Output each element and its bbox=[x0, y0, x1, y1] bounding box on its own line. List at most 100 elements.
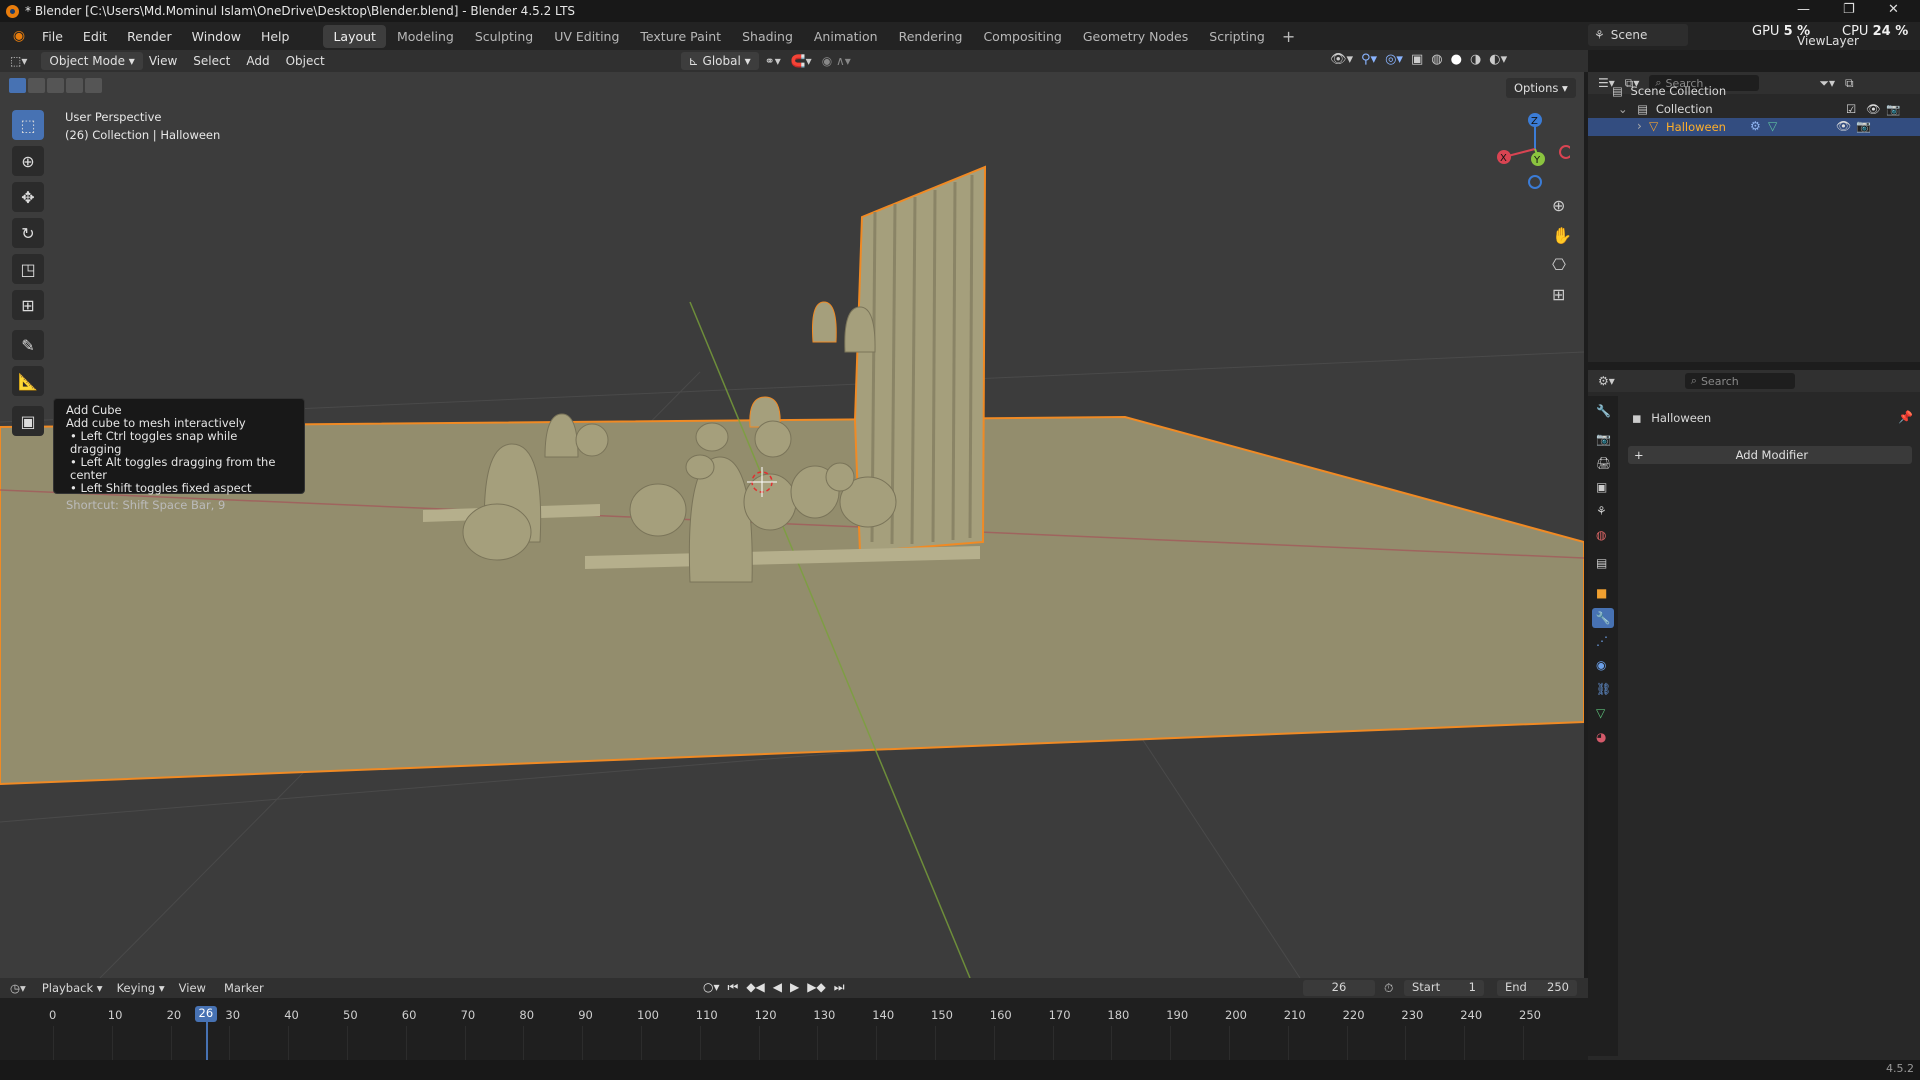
measure-icon[interactable]: 📐 bbox=[12, 366, 44, 396]
checkbox-icon[interactable]: ☑ bbox=[1846, 102, 1856, 116]
playhead[interactable]: 26 bbox=[194, 1006, 217, 1022]
snap-icon[interactable]: 🧲▾ bbox=[791, 54, 812, 68]
select-invert-icon[interactable] bbox=[66, 78, 83, 93]
object-row-halloween[interactable]: › ▽ Halloween ⚙ ▽ 👁 📷 bbox=[1588, 118, 1920, 136]
visibility-icon[interactable]: 👁▾ bbox=[1330, 52, 1353, 67]
select-box-icon[interactable]: ⬚ bbox=[12, 110, 44, 140]
autokey-icon[interactable]: ○▾ bbox=[703, 980, 720, 995]
modifier-icon[interactable]: ⚙ bbox=[1750, 119, 1761, 133]
chevron-right-icon[interactable]: › bbox=[1637, 119, 1642, 133]
tab-shading[interactable]: Shading bbox=[732, 25, 803, 48]
view-layer-tab-icon[interactable]: ▣ bbox=[1596, 480, 1607, 494]
navigation-gizmo[interactable]: Z X Y bbox=[1490, 107, 1570, 197]
properties-editor-icon[interactable]: ⚙▾ bbox=[1598, 374, 1615, 388]
select-extend-icon[interactable] bbox=[28, 78, 45, 93]
chevron-down-icon[interactable]: ⌄ bbox=[1618, 102, 1628, 116]
mesh-data-icon[interactable]: ▽ bbox=[1768, 119, 1777, 133]
jump-start-icon[interactable]: ⏮ bbox=[728, 980, 739, 995]
rotate-icon[interactable]: ↻ bbox=[12, 218, 44, 248]
current-frame-field[interactable]: 26 bbox=[1303, 980, 1375, 996]
play-icon[interactable]: ▶ bbox=[790, 980, 799, 995]
camera-icon[interactable]: 📷 bbox=[1856, 119, 1871, 133]
output-tab-icon[interactable]: 🖨 bbox=[1596, 456, 1611, 470]
play-reverse-icon[interactable]: ◀ bbox=[773, 980, 782, 995]
tab-texture-paint[interactable]: Texture Paint bbox=[630, 25, 731, 48]
menu-view[interactable]: View bbox=[179, 981, 206, 995]
cursor-icon[interactable]: ⊕ bbox=[12, 146, 44, 176]
filter-icon[interactable]: ⏷▾ bbox=[1819, 76, 1835, 91]
particles-tab-icon[interactable]: ⋰ bbox=[1596, 634, 1608, 648]
overlay-icon[interactable]: ◎▾ bbox=[1385, 52, 1403, 67]
tab-layout[interactable]: Layout bbox=[323, 24, 386, 48]
menu-file[interactable]: File bbox=[32, 29, 73, 44]
editor-type-icon[interactable]: ⬚▾ bbox=[10, 54, 27, 68]
close-icon[interactable]: ✕ bbox=[1888, 2, 1899, 17]
eye-icon[interactable]: 👁 bbox=[1866, 102, 1881, 116]
menu-add[interactable]: Add bbox=[246, 54, 269, 68]
tab-geometry-nodes[interactable]: Geometry Nodes bbox=[1073, 25, 1198, 48]
camera-view-icon[interactable]: ⎔ bbox=[1552, 255, 1566, 274]
transform-icon[interactable]: ⊞ bbox=[12, 290, 44, 320]
constraints-tab-icon[interactable]: ⛓ bbox=[1596, 682, 1611, 696]
properties-search-input[interactable]: ⌕ Search bbox=[1684, 373, 1795, 389]
menu-edit[interactable]: Edit bbox=[73, 29, 117, 44]
maximize-icon[interactable]: ❐ bbox=[1843, 2, 1855, 17]
modifier-tab-icon[interactable]: 🔧 bbox=[1592, 608, 1614, 628]
tool-tab-icon[interactable]: 🔧 bbox=[1596, 404, 1611, 418]
jump-end-icon[interactable]: ⏭ bbox=[834, 980, 845, 995]
render-tab-icon[interactable]: 📷 bbox=[1596, 432, 1611, 446]
move-icon[interactable]: ✥ bbox=[12, 182, 44, 212]
add-modifier-button[interactable]: + Add Modifier bbox=[1628, 446, 1912, 464]
timeline-editor-icon[interactable]: ◷▾ bbox=[10, 981, 26, 995]
end-frame-field[interactable]: End 250 bbox=[1497, 980, 1577, 996]
world-tab-icon[interactable]: ◍ bbox=[1596, 528, 1606, 542]
tab-rendering[interactable]: Rendering bbox=[889, 25, 973, 48]
eye-icon[interactable]: 👁 bbox=[1836, 119, 1851, 133]
rendered-shading-icon[interactable]: ◐▾ bbox=[1489, 52, 1507, 67]
3d-viewport[interactable]: User Perspective (26) Collection | Hallo… bbox=[0, 72, 1584, 978]
mesh-data-tab-icon[interactable]: ▽ bbox=[1596, 706, 1605, 720]
proportional-edit-icon[interactable]: ◉ ∧▾ bbox=[822, 54, 851, 68]
tab-scripting[interactable]: Scripting bbox=[1199, 25, 1275, 48]
prev-keyframe-icon[interactable]: ◆◀ bbox=[746, 980, 764, 995]
timer-icon[interactable]: ⏱ bbox=[1384, 981, 1393, 996]
camera-icon[interactable]: 📷 bbox=[1886, 102, 1900, 116]
blender-menu-icon[interactable]: ◉ bbox=[6, 22, 32, 50]
pan-hand-icon[interactable]: ✋ bbox=[1552, 226, 1572, 245]
scene-collection-row[interactable]: ▤ Scene Collection bbox=[1612, 84, 1726, 98]
next-keyframe-icon[interactable]: ▶◆ bbox=[807, 980, 825, 995]
tab-compositing[interactable]: Compositing bbox=[973, 25, 1071, 48]
menu-help[interactable]: Help bbox=[251, 29, 300, 44]
new-collection-icon[interactable]: ⧉ bbox=[1845, 76, 1854, 91]
menu-playback[interactable]: Playback ▾ bbox=[42, 981, 103, 995]
gizmo-icon[interactable]: ⚲▾ bbox=[1361, 52, 1377, 67]
perspective-toggle-icon[interactable]: ⊞ bbox=[1552, 285, 1565, 304]
menu-render[interactable]: Render bbox=[117, 29, 182, 44]
add-workspace-icon[interactable]: + bbox=[1276, 27, 1301, 46]
menu-object[interactable]: Object bbox=[286, 54, 325, 68]
tab-animation[interactable]: Animation bbox=[804, 25, 888, 48]
collection-tab-icon[interactable]: ▤ bbox=[1596, 556, 1607, 570]
zoom-icon[interactable]: ⊕ bbox=[1552, 196, 1565, 215]
object-tab-icon[interactable]: ■ bbox=[1596, 586, 1607, 600]
menu-keying[interactable]: Keying ▾ bbox=[117, 981, 165, 995]
start-frame-field[interactable]: Start 1 bbox=[1404, 980, 1484, 996]
menu-view[interactable]: View bbox=[149, 54, 177, 68]
xray-icon[interactable]: ▣ bbox=[1411, 52, 1423, 67]
scale-icon[interactable]: ◳ bbox=[12, 254, 44, 284]
minimize-icon[interactable]: — bbox=[1797, 2, 1810, 17]
pin-icon[interactable]: 📌 bbox=[1898, 410, 1913, 424]
menu-window[interactable]: Window bbox=[182, 29, 251, 44]
add-cube-icon[interactable]: ▣ bbox=[12, 406, 44, 436]
transform-orientation[interactable]: ⊾ Global ▾ bbox=[680, 52, 759, 70]
tab-uv-editing[interactable]: UV Editing bbox=[544, 25, 629, 48]
pivot-icon[interactable]: ⚭▾ bbox=[765, 54, 781, 68]
menu-select[interactable]: Select bbox=[193, 54, 230, 68]
timeline-ruler[interactable]: 0 10 20 30 40 50 60 70 80 90 100 110 120 130 140 150 160… bbox=[0, 998, 1588, 1060]
solid-shading-icon[interactable]: ● bbox=[1451, 52, 1462, 67]
material-shading-icon[interactable]: ◑ bbox=[1470, 52, 1481, 67]
material-tab-icon[interactable]: ◕ bbox=[1596, 730, 1606, 744]
options-button[interactable]: Options ▾ bbox=[1506, 78, 1576, 98]
wireframe-shading-icon[interactable]: ◍ bbox=[1431, 52, 1442, 67]
scene-selector[interactable]: ⚘ Scene bbox=[1588, 24, 1688, 46]
